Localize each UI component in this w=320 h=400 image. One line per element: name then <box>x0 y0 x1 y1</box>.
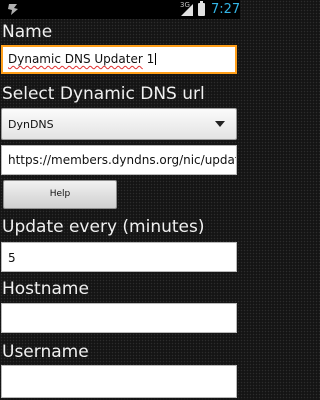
update-every-field[interactable]: 5 <box>1 242 237 272</box>
username-field[interactable] <box>1 365 237 398</box>
dropdown-arrow-icon <box>215 121 225 127</box>
url-field[interactable]: https://members.dyndns.org/nic/update <box>1 145 237 175</box>
text-caret <box>155 53 157 65</box>
status-bar: 3G 7:27 <box>0 0 240 19</box>
help-button[interactable]: Help <box>3 180 117 209</box>
url-value: https://members.dyndns.org/nic/update <box>8 153 237 167</box>
username-label: Username <box>2 342 89 362</box>
name-field[interactable]: Dynamic DNS Updater 1 <box>1 45 237 74</box>
battery-icon <box>198 1 205 16</box>
update-every-value: 5 <box>8 251 16 265</box>
name-label: Name <box>2 22 53 42</box>
hostname-field[interactable] <box>1 303 237 333</box>
dns-url-dropdown[interactable]: DynDNS <box>1 108 237 140</box>
signal-icon <box>181 4 193 16</box>
name-value: Dynamic DNS Updater 1 <box>8 52 157 66</box>
dns-url-selected: DynDNS <box>8 118 54 131</box>
notification-icon <box>8 4 18 15</box>
hostname-label: Hostname <box>2 279 89 299</box>
status-clock: 7:27 <box>211 2 241 17</box>
url-select-label: Select Dynamic DNS url <box>2 84 205 104</box>
update-every-label: Update every (minutes) <box>2 217 205 237</box>
